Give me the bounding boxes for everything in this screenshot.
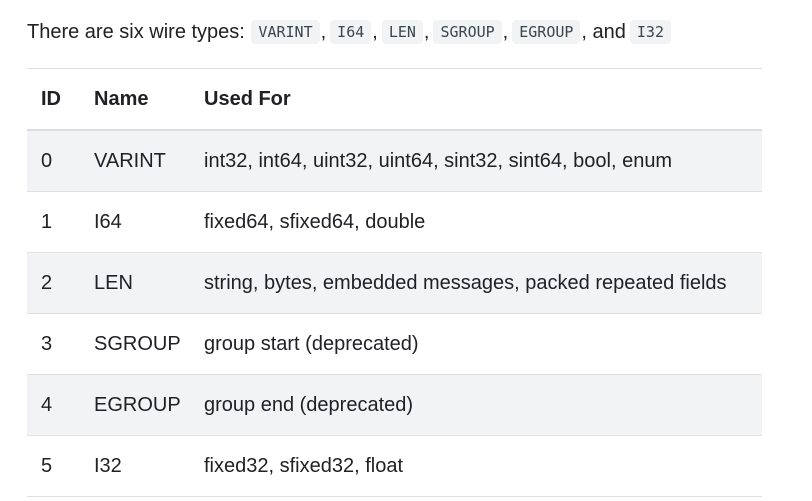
comma: , bbox=[423, 20, 430, 43]
cell-id: 0 bbox=[41, 149, 53, 172]
cell-id: 2 bbox=[41, 271, 53, 294]
table-row: 5 I32 fixed32, sfixed32, float bbox=[27, 436, 762, 497]
table-row: 2 LEN string, bytes, embedded messages, … bbox=[27, 253, 762, 314]
header-used-for: Used For bbox=[204, 87, 291, 110]
cell-name: VARINT bbox=[94, 149, 166, 172]
cell-used-for: string, bytes, embedded messages, packed… bbox=[204, 271, 727, 294]
header-name: Name bbox=[94, 87, 149, 110]
cell-id: 5 bbox=[41, 454, 53, 477]
code-sgroup: SGROUP bbox=[433, 20, 502, 44]
table-row: 4 EGROUP group end (deprecated) bbox=[27, 375, 762, 436]
cell-name: SGROUP bbox=[94, 332, 181, 355]
table-row: 3 SGROUP group start (deprecated) bbox=[27, 314, 762, 375]
cell-used-for: group start (deprecated) bbox=[204, 332, 419, 355]
wire-types-table: ID Name Used For 0 VARINT int32, int64, … bbox=[27, 68, 762, 497]
code-i64: I64 bbox=[330, 20, 372, 44]
cell-name: I64 bbox=[94, 210, 122, 233]
cell-name: I32 bbox=[94, 454, 122, 477]
code-len: LEN bbox=[381, 20, 423, 44]
cell-name: EGROUP bbox=[94, 393, 181, 416]
cell-used-for: group end (deprecated) bbox=[204, 393, 414, 416]
code-egroup: EGROUP bbox=[512, 20, 581, 44]
cell-used-for: fixed32, sfixed32, float bbox=[204, 454, 404, 477]
cell-id: 4 bbox=[41, 393, 53, 416]
table-row: 0 VARINT int32, int64, uint32, uint64, s… bbox=[27, 131, 762, 192]
comma: , bbox=[502, 20, 509, 43]
cell-name: LEN bbox=[94, 271, 133, 294]
table-header-row: ID Name Used For bbox=[27, 69, 762, 131]
comma: , bbox=[320, 20, 327, 43]
page: There are six wire types: VARINT, I64, L… bbox=[0, 0, 812, 501]
code-i32: I32 bbox=[629, 20, 671, 44]
cell-used-for: int32, int64, uint32, uint64, sint32, si… bbox=[204, 149, 673, 172]
table-row: 1 I64 fixed64, sfixed64, double bbox=[27, 192, 762, 253]
cell-id: 3 bbox=[41, 332, 53, 355]
intro-paragraph: There are six wire types: VARINT, I64, L… bbox=[27, 17, 672, 47]
header-id: ID bbox=[41, 87, 61, 110]
cell-used-for: fixed64, sfixed64, double bbox=[204, 210, 426, 233]
code-varint: VARINT bbox=[251, 20, 320, 44]
cell-id: 1 bbox=[41, 210, 53, 233]
comma: , bbox=[372, 20, 378, 43]
intro-text: There are six wire types: bbox=[27, 20, 245, 43]
and-text: , and bbox=[581, 20, 626, 43]
